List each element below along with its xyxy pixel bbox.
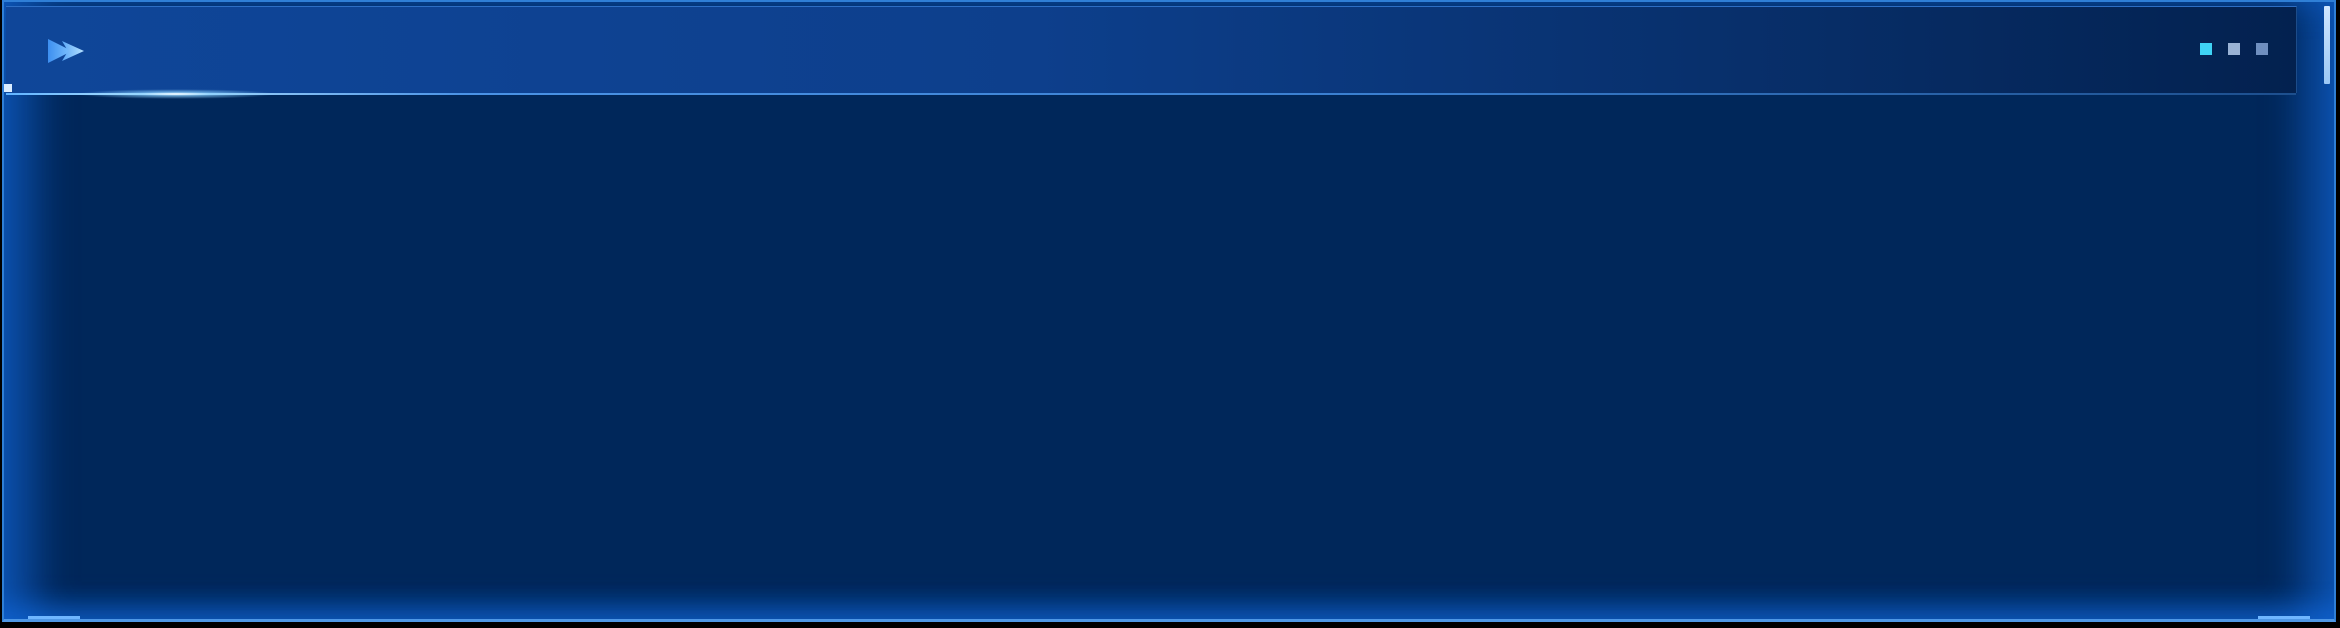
dot-active xyxy=(2200,43,2212,55)
panel-frame xyxy=(2,0,2336,622)
panel-header xyxy=(6,6,2297,99)
header-dots xyxy=(2200,43,2268,55)
double-chevron-right-icon xyxy=(48,39,84,63)
bottom-left-accent xyxy=(28,616,80,619)
scrollbar[interactable] xyxy=(2324,6,2330,84)
dot-mid xyxy=(2228,43,2240,55)
header-accent-line xyxy=(6,93,2296,95)
bottom-right-accent xyxy=(2258,616,2310,619)
header-light-flare xyxy=(76,89,276,99)
corner-marker xyxy=(4,84,12,92)
dot-dim xyxy=(2256,43,2268,55)
